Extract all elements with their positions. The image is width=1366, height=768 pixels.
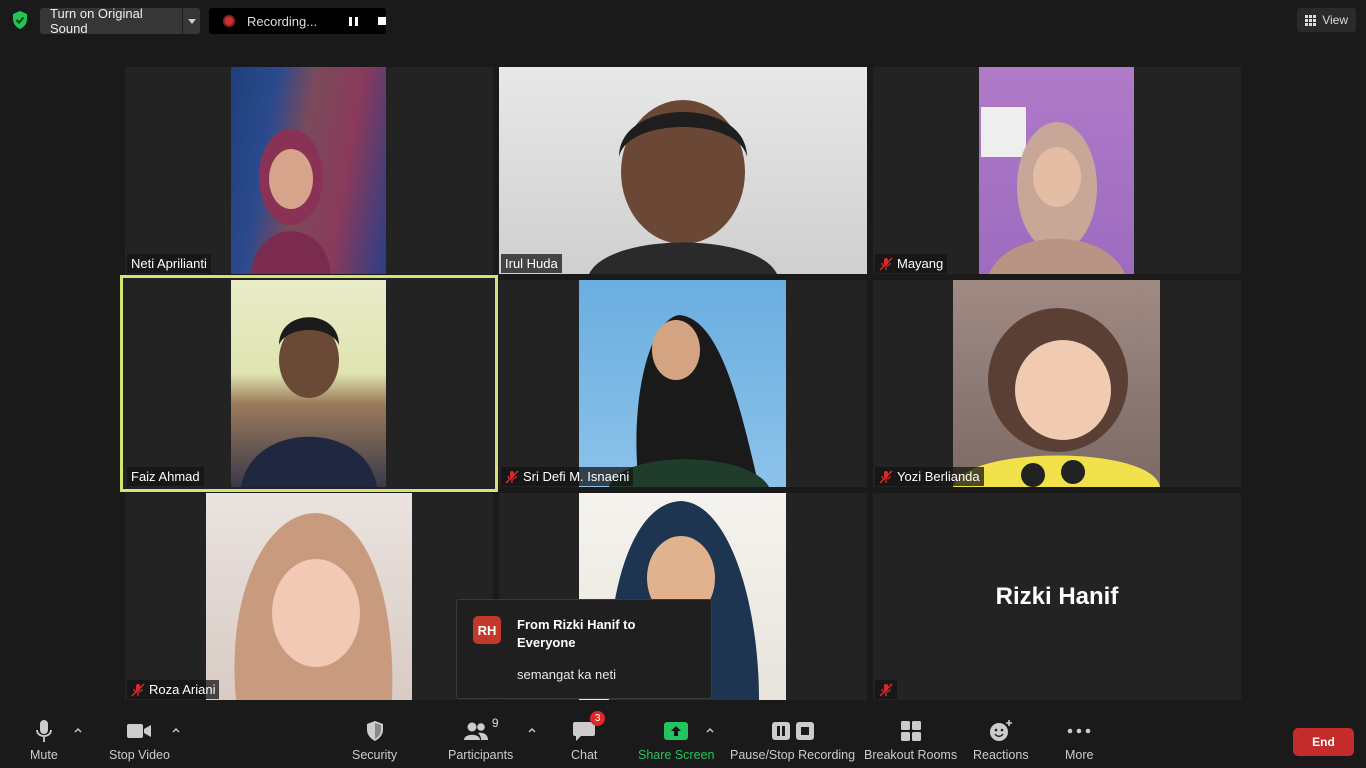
- participant-video: [231, 67, 386, 274]
- muted-mic-icon: [131, 682, 145, 697]
- participant-name: Yozi Berlianda: [897, 469, 980, 484]
- participant-name: Faiz Ahmad: [131, 469, 200, 484]
- participant-name-tag: Mayang: [875, 254, 948, 273]
- chat-button[interactable]: 3 Chat: [571, 711, 606, 762]
- participant-name-tag: Irul Huda: [501, 254, 562, 273]
- video-tile[interactable]: Irul Huda: [499, 67, 867, 274]
- recording-indicator: Recording...: [209, 8, 386, 34]
- chat-message-text: semangat ka neti: [517, 667, 617, 682]
- video-tile-video-off[interactable]: Rizki Hanif: [873, 493, 1241, 700]
- participant-name: Irul Huda: [505, 256, 558, 271]
- audio-options-chevron-icon[interactable]: [73, 726, 83, 736]
- participant-name-tag: [875, 680, 897, 699]
- view-button[interactable]: View: [1297, 8, 1356, 32]
- breakout-rooms-label: Breakout Rooms: [864, 748, 958, 762]
- chat-label: Chat: [571, 748, 598, 762]
- microphone-icon: [35, 720, 52, 742]
- share-options-chevron-icon[interactable]: [705, 726, 715, 736]
- chat-unread-badge: 3: [590, 711, 606, 726]
- recording-label: Recording...: [247, 13, 318, 29]
- participant-name-tag: Yozi Berlianda: [875, 467, 984, 486]
- muted-mic-icon: [879, 256, 893, 271]
- participants-label: Participants: [448, 748, 514, 762]
- participant-video: [579, 280, 786, 487]
- emoji-plus-icon: [989, 720, 1012, 741]
- participants-count: 9: [491, 716, 499, 730]
- pause-stop-recording-button[interactable]: Pause/Stop Recording: [730, 718, 855, 762]
- stop-video-label: Stop Video: [109, 748, 170, 762]
- security-button[interactable]: Security: [352, 718, 397, 762]
- share-screen-arrow-icon: [664, 722, 689, 740]
- chevron-down-icon: [187, 18, 196, 24]
- breakout-rooms-icon: [900, 721, 921, 741]
- encryption-shield-icon[interactable]: [10, 10, 30, 30]
- video-tile[interactable]: Neti Aprilianti: [125, 67, 493, 274]
- participants-options-chevron-icon[interactable]: [527, 726, 537, 736]
- video-tile[interactable]: Yozi Berlianda: [873, 280, 1241, 487]
- original-sound-button[interactable]: Turn on Original Sound: [40, 6, 200, 36]
- end-meeting-button[interactable]: End: [1293, 728, 1354, 756]
- video-tile[interactable]: Mayang: [873, 67, 1241, 274]
- participant-video: [953, 280, 1160, 487]
- participant-name-tag: Roza Ariani: [127, 680, 220, 699]
- original-sound-label: Turn on Original Sound: [50, 6, 143, 36]
- participant-video: [206, 493, 412, 700]
- stop-icon: [795, 722, 814, 740]
- video-tile[interactable]: Sri Defi M. Isnaeni: [499, 280, 867, 487]
- participant-name: Sri Defi M. Isnaeni: [523, 469, 630, 484]
- participants-button[interactable]: 9 Participants: [448, 716, 514, 762]
- muted-mic-icon: [879, 682, 893, 697]
- participant-name-tag: Faiz Ahmad: [127, 467, 204, 486]
- security-shield-icon: [366, 721, 383, 741]
- video-tile-active-speaker[interactable]: Faiz Ahmad: [120, 275, 498, 492]
- share-screen-button[interactable]: Share Screen: [638, 718, 714, 762]
- recording-dot-icon: [223, 15, 235, 27]
- stop-video-button[interactable]: Stop Video: [109, 718, 170, 762]
- participants-icon: [463, 722, 488, 740]
- participant-name: Mayang: [897, 256, 944, 271]
- more-label: More: [1065, 748, 1094, 762]
- grid-view-icon: [1305, 14, 1317, 26]
- participant-name-tag: Sri Defi M. Isnaeni: [501, 467, 634, 486]
- mute-button[interactable]: Mute: [30, 718, 58, 762]
- original-sound-dropdown[interactable]: [182, 8, 200, 34]
- pause-recording-icon[interactable]: [349, 16, 358, 26]
- reactions-label: Reactions: [973, 748, 1029, 762]
- meeting-toolbar: Mute Stop Video Security 9 Participants …: [0, 704, 1366, 768]
- avatar: RH: [473, 616, 501, 644]
- participant-name-tag: Neti Aprilianti: [127, 254, 211, 273]
- reactions-button[interactable]: Reactions: [973, 718, 1029, 762]
- share-screen-label: Share Screen: [638, 748, 715, 762]
- stop-recording-icon[interactable]: [378, 17, 386, 25]
- view-label: View: [1322, 13, 1348, 27]
- participant-name: Neti Aprilianti: [131, 256, 207, 271]
- video-tile[interactable]: Roza Ariani: [125, 493, 493, 700]
- muted-mic-icon: [879, 469, 893, 484]
- security-label: Security: [352, 748, 398, 762]
- participant-video: [231, 280, 386, 487]
- more-dots-icon: [1067, 728, 1091, 734]
- participant-video: [499, 67, 867, 274]
- muted-mic-icon: [505, 469, 519, 484]
- mute-label: Mute: [30, 748, 58, 762]
- pause-icon: [771, 722, 790, 740]
- participant-video: [979, 67, 1134, 274]
- video-options-chevron-icon[interactable]: [171, 726, 181, 736]
- participant-display-name: Rizki Hanif: [995, 582, 1119, 610]
- participant-name: Roza Ariani: [149, 682, 216, 697]
- chat-notification-popup[interactable]: RH From Rizki Hanif to Everyone semangat…: [456, 599, 712, 699]
- chat-sender-line: From Rizki Hanif to Everyone: [517, 617, 636, 650]
- video-camera-icon: [127, 724, 152, 738]
- top-bar: Turn on Original Sound Recording... View: [0, 0, 1366, 42]
- breakout-rooms-button[interactable]: Breakout Rooms: [864, 718, 957, 762]
- pause-stop-recording-label: Pause/Stop Recording: [730, 748, 856, 762]
- more-button[interactable]: More: [1065, 718, 1093, 762]
